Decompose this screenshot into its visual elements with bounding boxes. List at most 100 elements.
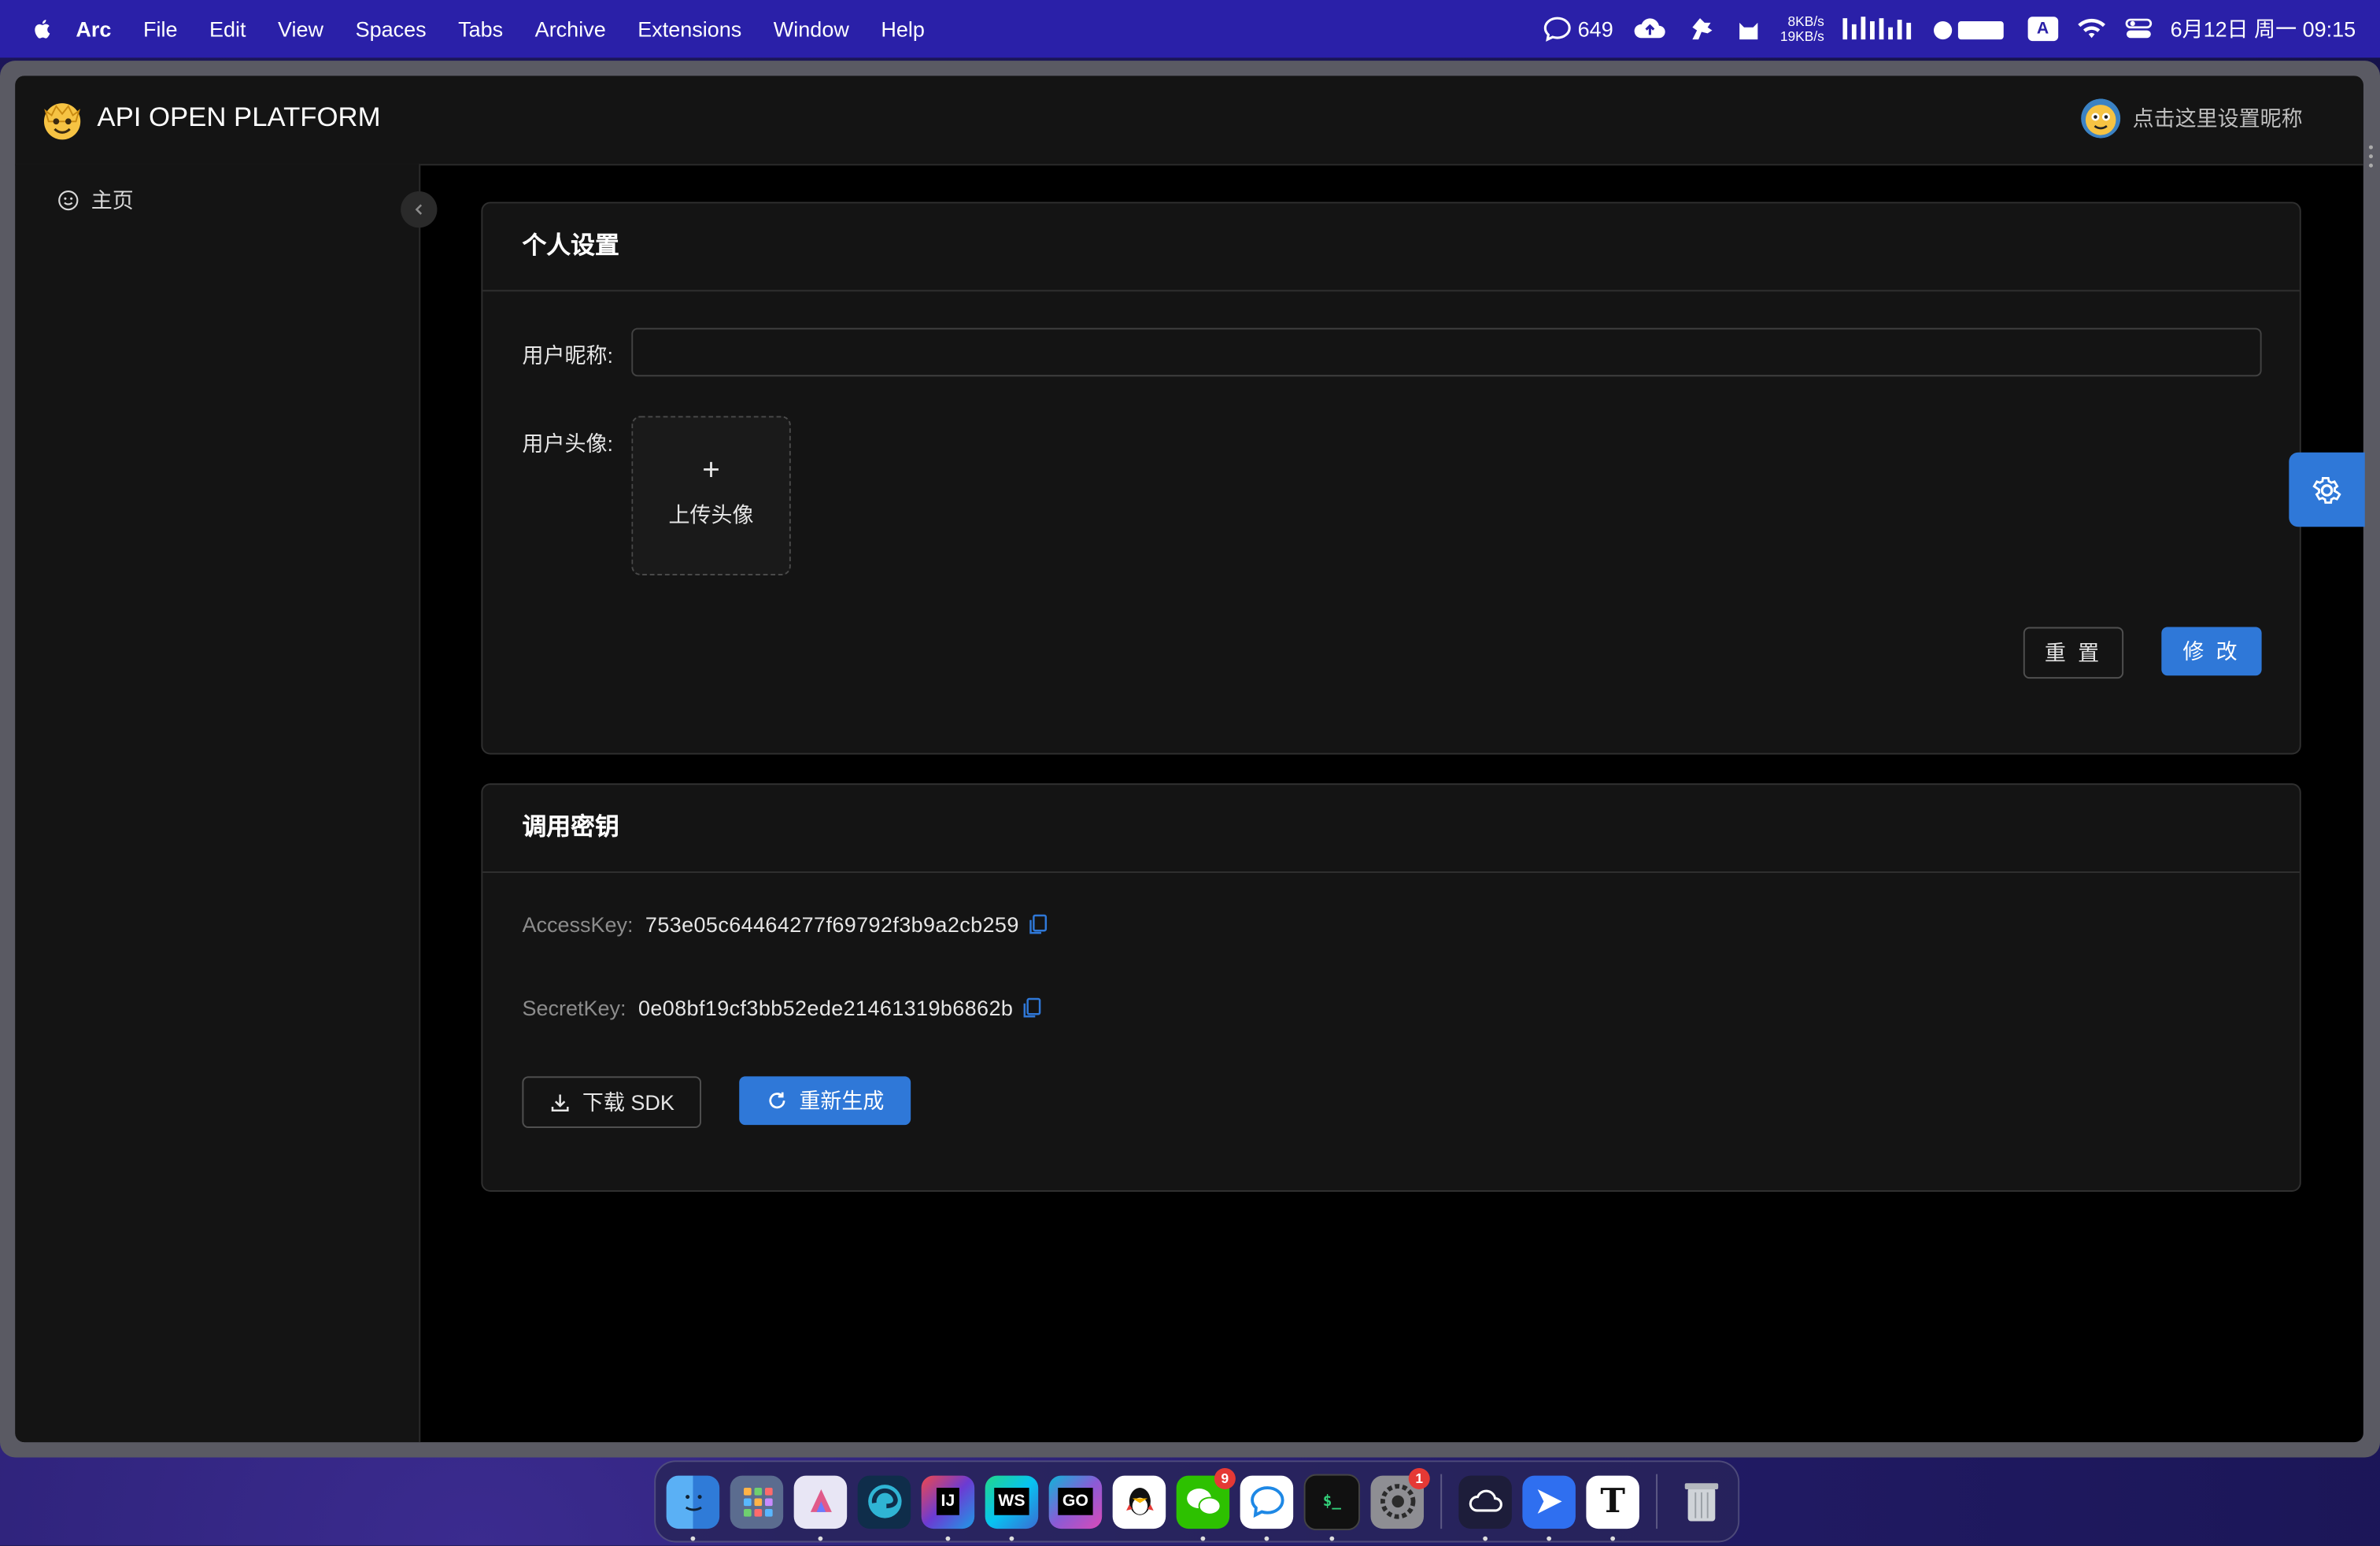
menu-extensions[interactable]: Extensions bbox=[638, 17, 741, 41]
gear-icon bbox=[2312, 476, 2341, 503]
running-indicator bbox=[1200, 1535, 1206, 1540]
dock-wechat[interactable]: 9 bbox=[1176, 1466, 1236, 1540]
paper-plane-icon bbox=[1536, 1489, 1561, 1514]
dock-terminal[interactable]: $_ bbox=[1303, 1473, 1361, 1540]
dock-cloud-app[interactable] bbox=[1458, 1474, 1512, 1540]
menu-bar: Arc File Edit View Spaces Tabs Archive E… bbox=[0, 0, 2380, 58]
download-sdk-button[interactable]: 下载 SDK bbox=[522, 1076, 702, 1128]
net-down: 19KB/s bbox=[1779, 28, 1824, 44]
dock-qq[interactable] bbox=[1112, 1474, 1166, 1529]
menu-list: Arc File Edit View Spaces Tabs Archive E… bbox=[76, 17, 956, 41]
copilot-icon bbox=[809, 1489, 831, 1512]
menu-archive[interactable]: Archive bbox=[535, 17, 606, 41]
logo-icon[interactable] bbox=[39, 97, 85, 142]
chat-count: 649 bbox=[1577, 17, 1613, 42]
regenerate-label: 重新生成 bbox=[799, 1088, 885, 1113]
clock[interactable]: 6月12日 周一 09:15 bbox=[2171, 13, 2356, 44]
menu-file[interactable]: File bbox=[143, 17, 178, 41]
card-title: 调用密钥 bbox=[482, 785, 2300, 873]
input-method[interactable]: A bbox=[2027, 17, 2058, 42]
menu-tabs[interactable]: Tabs bbox=[458, 17, 503, 41]
running-indicator bbox=[818, 1535, 823, 1540]
status-area: 649 8KB/s 19KB/s A 6月12日 周一 09:15 bbox=[1543, 0, 2356, 57]
user-avatar[interactable] bbox=[2081, 98, 2121, 139]
wechat-icon bbox=[1186, 1488, 1221, 1515]
web-page: API OPEN PLATFORM 点击这里设置昵称 主页 个人设置 用户昵称:… bbox=[15, 76, 2363, 1443]
profile-settings-card: 个人设置 用户昵称: 用户头像: + 上传头像 重 置 修 改 bbox=[481, 202, 2301, 755]
dock-intellij[interactable]: IJ bbox=[921, 1474, 975, 1540]
reload-icon bbox=[768, 1092, 785, 1109]
set-nickname-link[interactable]: 点击这里设置昵称 bbox=[2133, 103, 2303, 134]
cloud-upload-icon[interactable] bbox=[1632, 15, 1668, 43]
dock-trash[interactable] bbox=[1674, 1475, 1728, 1529]
dock-goland[interactable]: GO bbox=[1048, 1474, 1103, 1529]
secret-key-row: SecretKey: 0e08bf19cf3bb52ede21461319b68… bbox=[522, 996, 1043, 1020]
dock-separator bbox=[1440, 1474, 1443, 1529]
dock-webstorm[interactable]: WS bbox=[985, 1474, 1039, 1540]
wifi-icon[interactable] bbox=[2076, 17, 2107, 41]
cloud-icon bbox=[1468, 1489, 1502, 1512]
terminal-icon: $_ bbox=[1322, 1492, 1341, 1510]
avatar-label: 用户头像: bbox=[522, 431, 613, 456]
access-key-label: AccessKey: bbox=[522, 912, 634, 937]
nickname-input[interactable] bbox=[631, 327, 2262, 377]
running-indicator bbox=[1329, 1535, 1335, 1540]
regenerate-button[interactable]: 重新生成 bbox=[739, 1076, 911, 1126]
horse-icon[interactable] bbox=[1686, 15, 1717, 43]
menu-edit[interactable]: Edit bbox=[209, 17, 246, 41]
running-indicator bbox=[1264, 1535, 1269, 1540]
menu-window[interactable]: Window bbox=[774, 17, 849, 41]
gear-icon bbox=[1380, 1484, 1415, 1519]
modify-button[interactable]: 修 改 bbox=[2161, 627, 2262, 676]
sidebar-item-home[interactable]: 主页 bbox=[57, 185, 134, 216]
top-header: API OPEN PLATFORM 点击这里设置昵称 bbox=[15, 76, 2363, 166]
dock-edge-dev[interactable] bbox=[857, 1474, 911, 1529]
menu-spaces[interactable]: Spaces bbox=[356, 17, 427, 41]
download-icon bbox=[551, 1094, 568, 1112]
menu-app-name[interactable]: Arc bbox=[76, 17, 111, 41]
upload-label: 上传头像 bbox=[668, 502, 754, 527]
dock-messages[interactable] bbox=[1240, 1474, 1294, 1540]
brand-title[interactable]: API OPEN PLATFORM bbox=[97, 102, 380, 134]
dock-feishu[interactable] bbox=[1522, 1474, 1576, 1540]
chat-bubble-icon bbox=[1544, 17, 1572, 42]
api-keys-card: 调用密钥 AccessKey: 753e05c64464277f69792f3b… bbox=[481, 783, 2301, 1192]
sidebar-item-label: 主页 bbox=[91, 188, 134, 213]
finder-icon bbox=[684, 1495, 701, 1511]
smile-icon bbox=[58, 190, 79, 211]
apple-icon[interactable] bbox=[31, 17, 55, 41]
user-menu[interactable]: 点击这里设置昵称 bbox=[2081, 98, 2303, 139]
network-speed: 8KB/s 19KB/s bbox=[1780, 13, 1824, 44]
chat-status[interactable]: 649 bbox=[1543, 15, 1613, 43]
copy-icon[interactable] bbox=[1028, 914, 1049, 935]
system-stats-icon[interactable] bbox=[1842, 15, 2009, 43]
download-sdk-label: 下载 SDK bbox=[582, 1089, 674, 1115]
dock-launchpad[interactable] bbox=[730, 1474, 784, 1529]
access-key-row: AccessKey: 753e05c64464277f69792f3b9a2cb… bbox=[522, 912, 1049, 937]
dock-typora[interactable]: T bbox=[1586, 1474, 1639, 1540]
running-indicator bbox=[1483, 1535, 1488, 1540]
control-center-icon[interactable] bbox=[2125, 17, 2153, 41]
window-handle-icon[interactable] bbox=[2368, 144, 2374, 168]
secret-key-label: SecretKey: bbox=[522, 996, 626, 1021]
sidebar: 主页 bbox=[15, 164, 421, 1443]
browser-window: API OPEN PLATFORM 点击这里设置昵称 主页 个人设置 用户昵称:… bbox=[0, 61, 2380, 1458]
menu-help[interactable]: Help bbox=[881, 17, 925, 41]
card-title: 个人设置 bbox=[482, 203, 2300, 292]
dock-copilot[interactable] bbox=[793, 1474, 848, 1540]
intellij-icon: IJ bbox=[936, 1488, 960, 1515]
penguin-icon bbox=[1125, 1488, 1153, 1515]
cat-icon[interactable] bbox=[1735, 15, 1762, 43]
running-indicator bbox=[945, 1535, 951, 1540]
upload-avatar-button[interactable]: + 上传头像 bbox=[631, 416, 791, 575]
running-indicator bbox=[1547, 1535, 1552, 1540]
collapse-sidebar-button[interactable] bbox=[401, 191, 438, 228]
dock-system-settings[interactable]: 1 bbox=[1370, 1466, 1430, 1529]
settings-button[interactable] bbox=[2289, 452, 2365, 527]
menu-view[interactable]: View bbox=[278, 17, 323, 41]
dock-finder[interactable] bbox=[666, 1474, 720, 1540]
access-key-value: 753e05c64464277f69792f3b9a2cb259 bbox=[645, 912, 1019, 937]
copy-icon[interactable] bbox=[1022, 997, 1044, 1019]
running-indicator bbox=[1610, 1535, 1616, 1540]
reset-button[interactable]: 重 置 bbox=[2023, 627, 2124, 679]
